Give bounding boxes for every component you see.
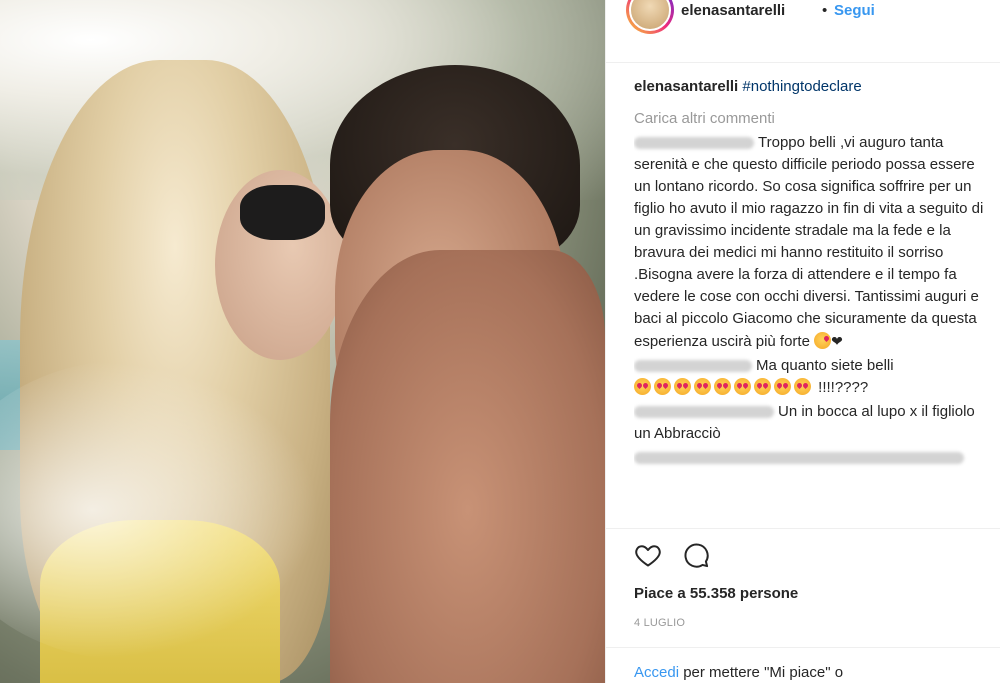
heart-eyes-emoji-icon xyxy=(734,378,751,395)
kiss-emoji-icon xyxy=(814,332,832,349)
likes-count[interactable]: Piace a 55.358 persone xyxy=(634,585,798,602)
comment-text: Ma quanto siete belli xyxy=(756,357,894,374)
heart-eyes-emoji-icon xyxy=(694,378,711,395)
caption-hashtag[interactable]: #nothingtodeclare xyxy=(742,78,861,95)
post-date: 4 LUGLIO xyxy=(634,617,686,629)
blurred-username xyxy=(634,452,964,465)
caption-username[interactable]: elenasantarelli xyxy=(634,78,738,95)
heart-eyes-emoji-row xyxy=(634,378,818,396)
heart-eyes-emoji-icon xyxy=(774,378,791,395)
heart-eyes-emoji-icon xyxy=(654,378,671,395)
list-item: Un in bocca al lupo x il figliolo un Abb… xyxy=(634,401,984,445)
caption: elenasantarelli #nothingtodeclare xyxy=(634,76,984,98)
heart-outline-icon[interactable] xyxy=(634,541,662,569)
avatar[interactable] xyxy=(629,0,671,31)
login-prompt-rest: per mettere "Mi piace" o xyxy=(679,664,844,681)
post-side-panel: elenasantarelli • Segui elenasantarelli … xyxy=(605,0,1000,683)
heart-eyes-emoji-icon xyxy=(714,378,731,395)
blurred-username xyxy=(634,137,754,150)
list-item: Ma quanto siete belli !!!!???? xyxy=(634,355,984,399)
login-link[interactable]: Accedi xyxy=(634,664,679,681)
photo-sunglasses xyxy=(240,185,325,240)
follow-button[interactable]: Segui xyxy=(834,2,875,19)
photo-man-shoulder xyxy=(330,250,605,683)
post-photo[interactable] xyxy=(0,0,605,683)
avatar-story-ring[interactable] xyxy=(626,0,674,34)
heart-eyes-emoji-icon xyxy=(674,378,691,395)
blurred-username xyxy=(634,360,752,373)
heart-eyes-emoji-icon xyxy=(754,378,771,395)
header-username[interactable]: elenasantarelli xyxy=(681,2,785,19)
heart-eyes-emoji-icon xyxy=(634,378,651,395)
header-separator: • xyxy=(822,2,828,19)
heart-eyes-emoji-icon xyxy=(794,378,811,395)
comment-trailing: !!!!???? xyxy=(818,379,869,396)
speech-bubble-icon[interactable] xyxy=(682,541,710,569)
load-more-comments-link[interactable]: Carica altri commenti xyxy=(634,108,984,130)
blurred-username xyxy=(634,406,774,419)
post-header: elenasantarelli • Segui xyxy=(606,0,1000,63)
comment-trailing: ❤ xyxy=(831,333,843,349)
login-prompt: Accedi per mettere "Mi piace" o xyxy=(606,647,1000,685)
list-item: Troppo belli ,vi auguro tanta serenità e… xyxy=(634,132,984,353)
comment-text: Troppo belli ,vi auguro tanta serenità e… xyxy=(634,134,984,350)
list-item xyxy=(634,447,984,469)
post-actions: Piace a 55.358 persone 4 LUGLIO Accedi p… xyxy=(606,528,1000,684)
comments-list[interactable]: elenasantarelli #nothingtodeclare Carica… xyxy=(634,76,984,528)
login-prompt-text: Accedi per mettere "Mi piace" o xyxy=(634,664,843,681)
